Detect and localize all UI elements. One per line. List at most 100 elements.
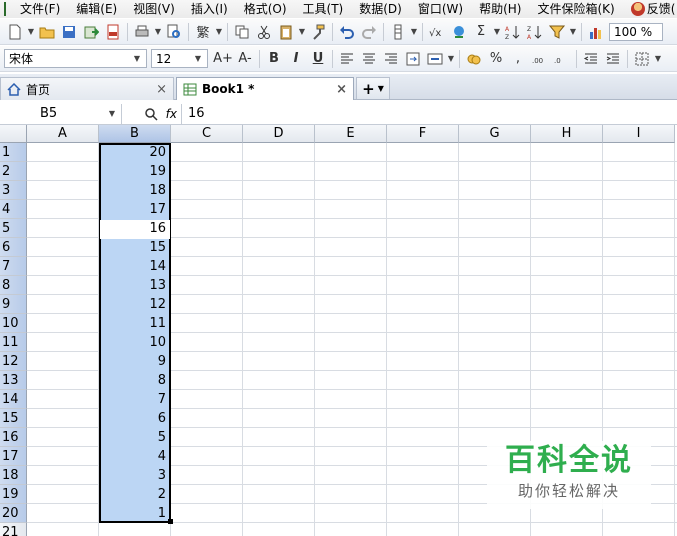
traditional-dropdown-icon[interactable]: ▼	[214, 27, 224, 36]
align-center-icon[interactable]	[358, 49, 380, 69]
row-header-12[interactable]: 12	[0, 352, 27, 371]
cell-b3[interactable]: 18	[100, 181, 168, 200]
autosum-dropdown-icon[interactable]: ▼	[492, 27, 502, 36]
row-header-5[interactable]: 5	[0, 219, 27, 238]
wrap-text-icon[interactable]	[402, 49, 424, 69]
column-header-h[interactable]: H	[531, 125, 603, 143]
cell-b6[interactable]: 15	[100, 238, 168, 257]
fill-handle[interactable]	[168, 519, 173, 524]
align-right-icon[interactable]	[380, 49, 402, 69]
menu-help[interactable]: 帮助(H)	[471, 0, 529, 18]
decrease-decimal-icon[interactable]: .0	[551, 49, 573, 69]
menu-insert[interactable]: 插入(I)	[183, 0, 236, 18]
row-header-17[interactable]: 17	[0, 447, 27, 466]
row-header-16[interactable]: 16	[0, 428, 27, 447]
new-document-icon[interactable]	[4, 22, 26, 42]
column-header-c[interactable]: C	[171, 125, 243, 143]
format-painter-icon[interactable]	[307, 22, 329, 42]
bold-button[interactable]: B	[263, 49, 285, 69]
row-column-icon[interactable]	[387, 22, 409, 42]
decrease-font-icon[interactable]: A-	[234, 49, 256, 69]
tab-book1-close-icon[interactable]: ×	[336, 82, 347, 97]
menu-data[interactable]: 数据(D)	[351, 0, 410, 18]
merge-center-icon[interactable]	[424, 49, 446, 69]
new-dropdown-icon[interactable]: ▼	[26, 27, 36, 36]
name-box[interactable]: B5 ▼	[0, 103, 122, 124]
menu-file-safe[interactable]: 文件保险箱(K)	[529, 0, 622, 18]
fx-insert-function-icon[interactable]: fx	[166, 107, 177, 121]
traditional-chinese-icon[interactable]: 繁	[192, 22, 214, 42]
autosum-icon[interactable]: Σ	[470, 22, 492, 42]
row-header-3[interactable]: 3	[0, 181, 27, 200]
cell-b9[interactable]: 12	[100, 295, 168, 314]
currency-format-icon[interactable]	[463, 49, 485, 69]
borders-dropdown-icon[interactable]: ▼	[653, 54, 663, 63]
increase-font-icon[interactable]: A+	[212, 49, 234, 69]
paste-icon[interactable]	[275, 22, 297, 42]
menu-feedback[interactable]: 反馈(	[623, 0, 677, 18]
tab-home[interactable]: 首页 ×	[0, 77, 174, 100]
row-header-11[interactable]: 11	[0, 333, 27, 352]
sort-ascending-icon[interactable]: AZ	[502, 22, 524, 42]
row-header-20[interactable]: 20	[0, 504, 27, 523]
cell-b14[interactable]: 7	[100, 390, 168, 409]
menu-tools[interactable]: 工具(T)	[295, 0, 352, 18]
merge-dropdown-icon[interactable]: ▼	[446, 54, 456, 63]
row-header-6[interactable]: 6	[0, 238, 27, 257]
copy-icon[interactable]	[231, 22, 253, 42]
row-header-19[interactable]: 19	[0, 485, 27, 504]
print-preview-icon[interactable]	[163, 22, 185, 42]
borders-icon[interactable]	[631, 49, 653, 69]
increase-indent-icon[interactable]	[602, 49, 624, 69]
menu-format[interactable]: 格式(O)	[236, 0, 295, 18]
percent-button[interactable]: %	[485, 49, 507, 69]
cell-b18[interactable]: 3	[100, 466, 168, 485]
new-tab-button[interactable]: + ▼	[356, 77, 390, 99]
cell-b2[interactable]: 19	[100, 162, 168, 181]
zoom-select[interactable]: 100 %	[609, 22, 663, 41]
comma-style-button[interactable]: ,	[507, 49, 529, 69]
export-icon[interactable]	[80, 22, 102, 42]
cell-b5[interactable]: 16	[100, 219, 168, 238]
sort-descending-icon[interactable]: ZA	[524, 22, 546, 42]
cell-b12[interactable]: 9	[100, 352, 168, 371]
tab-home-close-icon[interactable]: ×	[156, 82, 167, 97]
print-icon[interactable]	[131, 22, 153, 42]
undo-icon[interactable]	[336, 22, 358, 42]
row-header-9[interactable]: 9	[0, 295, 27, 314]
cell-b15[interactable]: 6	[100, 409, 168, 428]
italic-button[interactable]: I	[285, 49, 307, 69]
row-header-15[interactable]: 15	[0, 409, 27, 428]
cell-b8[interactable]: 13	[100, 276, 168, 295]
open-folder-icon[interactable]	[36, 22, 58, 42]
redo-icon[interactable]	[358, 22, 380, 42]
cell-b13[interactable]: 8	[100, 371, 168, 390]
menu-window[interactable]: 窗口(W)	[410, 0, 471, 18]
decrease-indent-icon[interactable]	[580, 49, 602, 69]
cell-b11[interactable]: 10	[100, 333, 168, 352]
menu-file[interactable]: 文件(F)	[12, 0, 68, 18]
select-all-corner[interactable]	[0, 125, 27, 143]
align-left-icon[interactable]	[336, 49, 358, 69]
column-header-f[interactable]: F	[387, 125, 459, 143]
tab-book1[interactable]: Book1 * ×	[176, 77, 354, 100]
cut-icon[interactable]	[253, 22, 275, 42]
print-dropdown-icon[interactable]: ▼	[153, 27, 163, 36]
zoom-magnifier-icon[interactable]	[144, 107, 158, 121]
chart-icon[interactable]	[585, 22, 607, 42]
row-header-4[interactable]: 4	[0, 200, 27, 219]
row-header-7[interactable]: 7	[0, 257, 27, 276]
pdf-icon[interactable]	[102, 22, 124, 42]
column-header-g[interactable]: G	[459, 125, 531, 143]
cell-b16[interactable]: 5	[100, 428, 168, 447]
menu-edit[interactable]: 编辑(E)	[68, 0, 125, 18]
font-size-select[interactable]: 12 ▼	[151, 49, 208, 68]
row-header-13[interactable]: 13	[0, 371, 27, 390]
cell-b17[interactable]: 4	[100, 447, 168, 466]
font-name-select[interactable]: 宋体 ▼	[4, 49, 147, 68]
increase-decimal-icon[interactable]: .00	[529, 49, 551, 69]
column-header-i[interactable]: I	[603, 125, 675, 143]
cell-b19[interactable]: 2	[100, 485, 168, 504]
menu-view[interactable]: 视图(V)	[125, 0, 183, 18]
row-header-1[interactable]: 1	[0, 143, 27, 162]
